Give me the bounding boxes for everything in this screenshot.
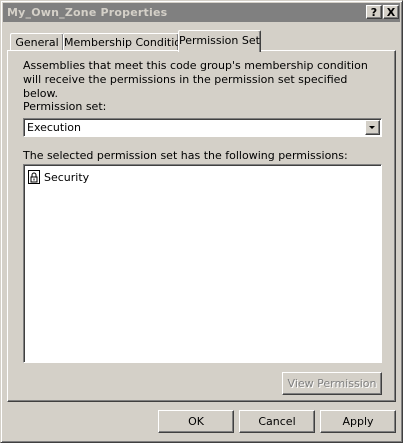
chevron-down-icon[interactable]	[365, 120, 380, 135]
lock-document-icon	[28, 170, 40, 184]
cancel-button[interactable]: Cancel	[239, 410, 315, 433]
tab-membership-condition[interactable]: Membership Condition	[63, 33, 188, 51]
description-text: Assemblies that meet this code group's m…	[23, 59, 368, 100]
permissions-label: The selected permission set has the foll…	[23, 149, 348, 162]
tab-permission-set[interactable]: Permission Set	[178, 30, 261, 52]
window-title: My_Own_Zone Properties	[7, 6, 168, 19]
permission-set-value: Execution	[27, 121, 81, 134]
permission-label: Security	[44, 171, 90, 184]
view-permission-button[interactable]: View Permission	[282, 372, 382, 395]
permission-set-dropdown[interactable]: Execution	[23, 118, 382, 137]
permission-set-label: Permission set:	[23, 100, 107, 113]
close-button[interactable]: X	[383, 5, 399, 19]
permissions-list[interactable]: Security	[23, 164, 382, 363]
title-bar: My_Own_Zone Properties ? X	[3, 3, 400, 22]
apply-button[interactable]: Apply	[320, 410, 396, 433]
properties-dialog: My_Own_Zone Properties ? X General Membe…	[0, 0, 403, 443]
tab-general[interactable]: General	[10, 33, 64, 51]
ok-button[interactable]: OK	[158, 410, 234, 433]
help-button[interactable]: ?	[366, 5, 382, 19]
